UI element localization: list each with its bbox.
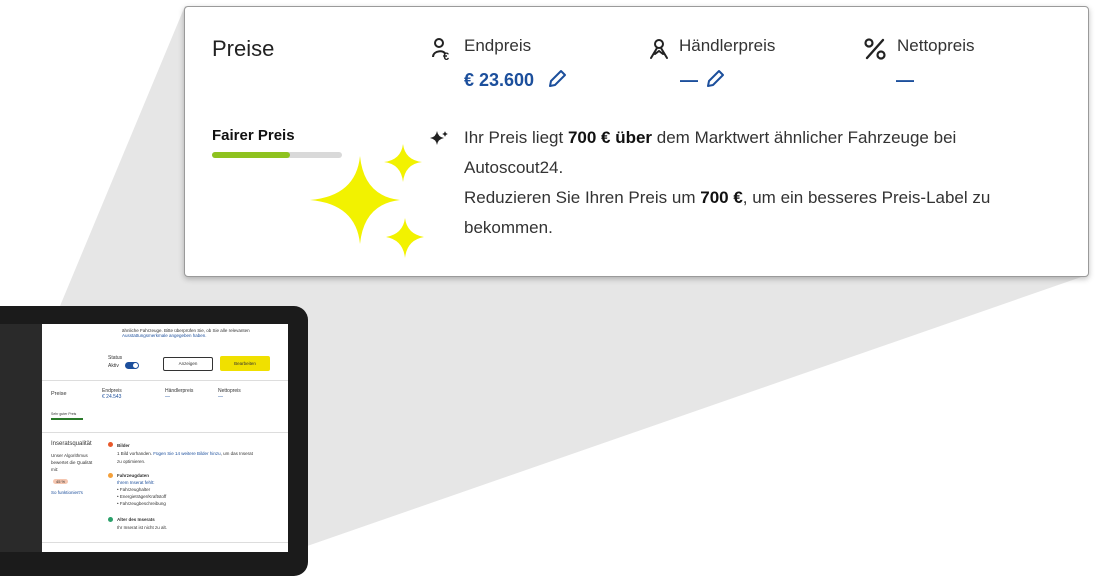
screen-fahrzeugdaten: Fahrzeugdaten Ihrem Inserat fehlt: • Fah… [117, 473, 167, 506]
screen-sidebar [0, 324, 42, 552]
screen-alter: Alter des Inserats Ihr Inserat ist nicht … [117, 517, 168, 530]
endpreis-label: Endpreis [464, 36, 532, 55]
yellow-sparkles-icon [310, 144, 424, 258]
status-toggle[interactable] [125, 362, 139, 369]
haendlerpreis-value: — [680, 70, 698, 90]
screen-preise-title: Preise [51, 391, 67, 397]
edit-pencil-icon[interactable] [546, 68, 568, 90]
section-title: Preise [212, 36, 275, 61]
edit-pencil-icon[interactable] [704, 68, 726, 90]
screen-quality-score: 45 % [53, 479, 69, 484]
nettopreis-label: Nettopreis [897, 36, 975, 55]
screen-endpreis: Endpreis € 24.543 [102, 388, 122, 400]
fahrzeugdaten-status-icon [108, 473, 113, 478]
screen-bilder: Bilder 1 Bild vorhanden. Fügen Sie 14 we… [117, 443, 253, 464]
nettopreis-value: — [896, 70, 914, 90]
handshake-icon [650, 39, 668, 59]
sparkle-icon [430, 131, 448, 145]
price-label-text: Fairer Preis [212, 127, 295, 144]
status-label: Status [108, 355, 123, 361]
endpreis-value: € 23.600 [464, 70, 535, 90]
bilder-status-icon [108, 442, 113, 447]
alter-status-icon [108, 517, 113, 522]
screen-price-bar [51, 418, 83, 420]
percent-icon [864, 38, 886, 60]
laptop-screen: ähnliche Fahrzeuge. Bitte überprüfen Sie… [42, 324, 288, 552]
view-button[interactable]: Anzeigen [163, 357, 213, 371]
price-label-bar-fill [212, 152, 290, 158]
haendlerpreis-label: Händlerpreis [679, 36, 776, 55]
screen-nettopreis: Nettopreis — [218, 388, 241, 400]
screen-price-label: Sehr guter Preis [51, 412, 77, 416]
edit-button[interactable]: Bearbeiten [220, 356, 270, 371]
svg-text:€: € [443, 51, 449, 61]
status-value: Aktiv [108, 363, 119, 369]
screen-top-text: ähnliche Fahrzeuge. Bitte überprüfen Sie… [122, 328, 250, 338]
screen-quality-link[interactable]: So funktioniert's [51, 490, 83, 495]
price-message: Ihr Preis liegt 700 € über dem Marktwert… [464, 128, 991, 237]
screen-quality-title: Inseratsqualität [51, 441, 92, 447]
screen-haendlerpreis: Händlerpreis — [165, 388, 194, 400]
screen-quality-desc: Unser Algorithmus bewertet die Qualität mi… [51, 453, 93, 472]
person-euro-icon: € [432, 38, 449, 61]
